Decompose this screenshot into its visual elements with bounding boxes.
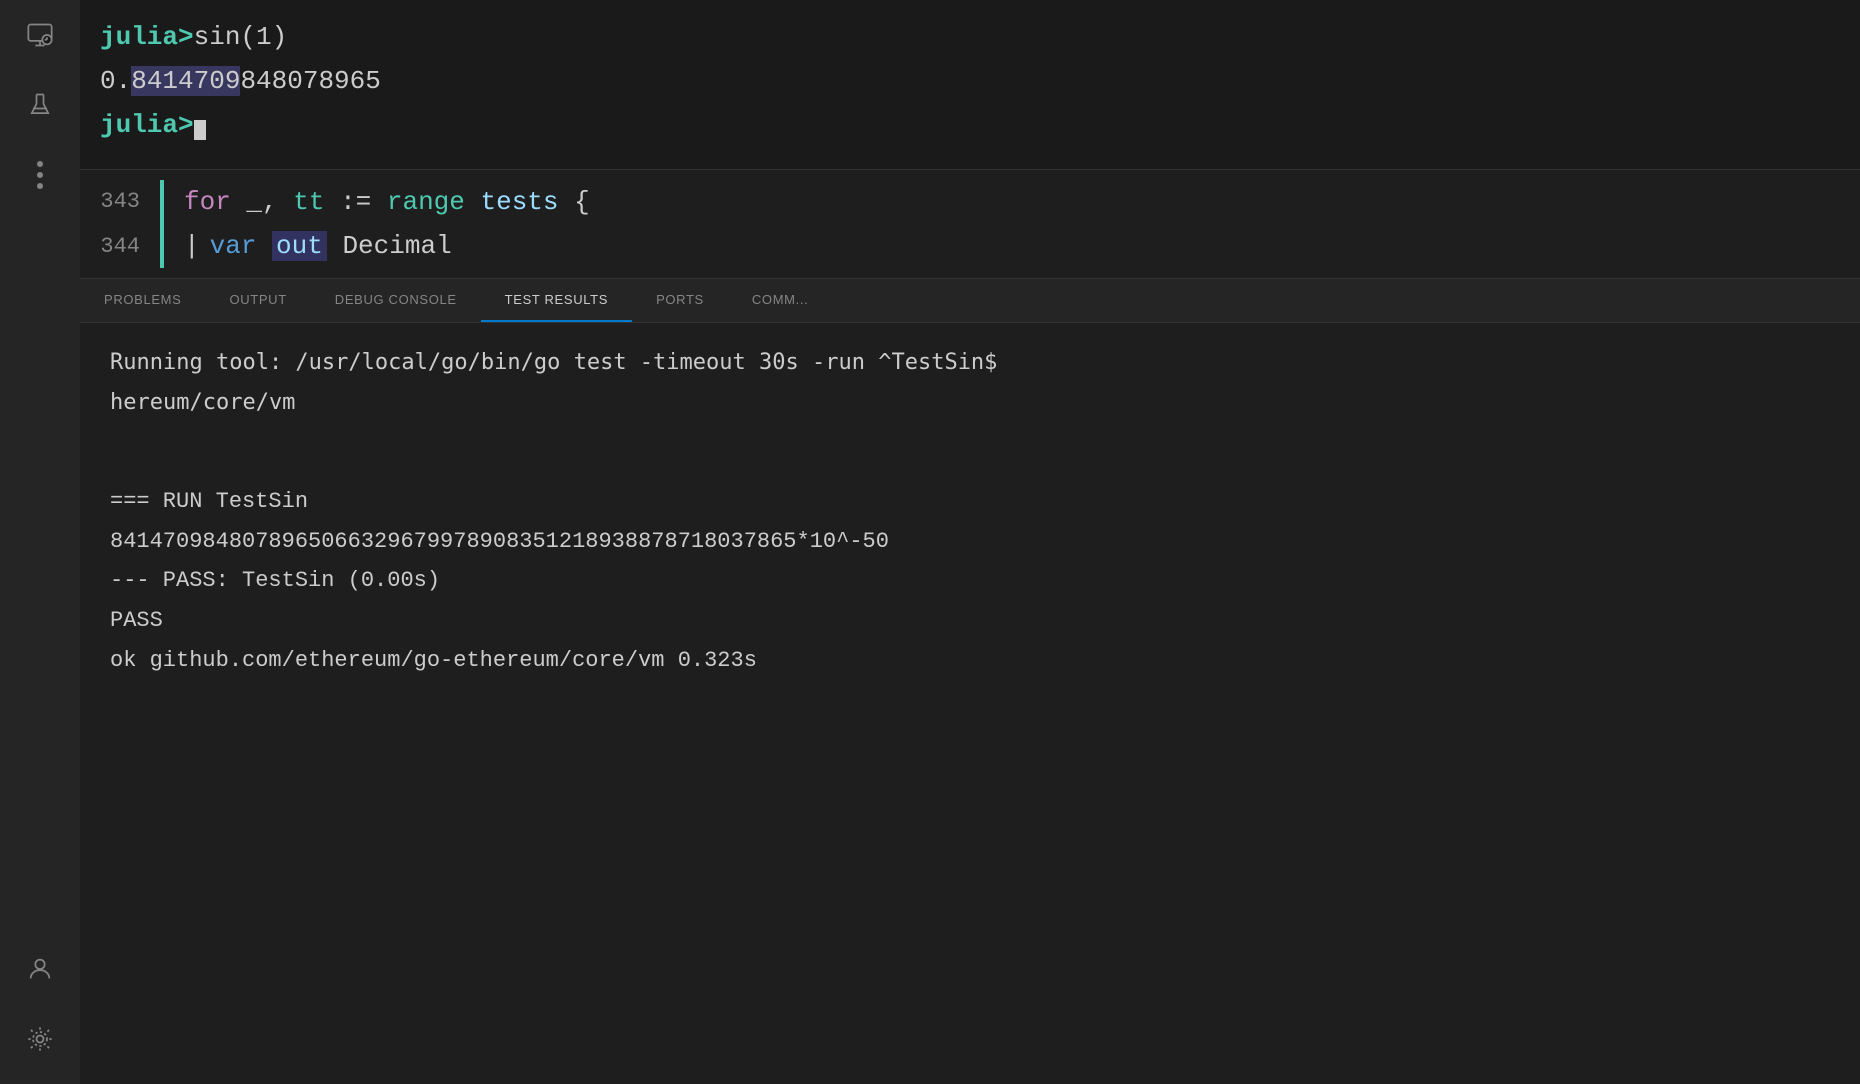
var-out: out [272, 231, 327, 261]
code-brace: { [574, 187, 590, 217]
editor-line-343: 343 for _, tt := range tests { [80, 180, 1860, 224]
editor-line-344: 344 | var out Decimal [80, 224, 1860, 268]
terminal-line-1: julia> sin(1) [100, 15, 1840, 59]
tab-test-results[interactable]: TEST RESULTS [481, 279, 632, 322]
tab-output[interactable]: OUTPUT [205, 279, 310, 322]
tab-problems[interactable]: PROBLEMS [80, 279, 205, 322]
terminal-command-1: sin(1) [194, 15, 288, 59]
julia-prompt-1: julia> [100, 15, 194, 59]
line-number-343: 343 [80, 183, 160, 220]
flask-icon[interactable] [15, 80, 65, 130]
test-run-line: === RUN TestSin [110, 482, 1830, 522]
var-tt: tt [293, 187, 324, 217]
dot-2 [37, 172, 43, 178]
code-344: var out Decimal [200, 224, 452, 268]
terminal-output-1: 0.8414709848078965 [100, 59, 381, 103]
dot-3 [37, 183, 43, 189]
code-assign: := [340, 187, 387, 217]
julia-prompt-2: julia> [100, 103, 194, 147]
keyword-range: range [387, 187, 465, 217]
running-tool-line-1: Running tool: /usr/local/go/bin/go test … [110, 343, 1830, 383]
type-decimal: Decimal [342, 231, 451, 261]
activity-bar [0, 0, 80, 1084]
tab-debug-console[interactable]: DEBUG CONSOLE [311, 279, 481, 322]
running-tool-line-2: hereum/core/vm [110, 383, 1830, 423]
editor-section: 343 for _, tt := range tests { 344 | var… [80, 170, 1860, 279]
terminal-section: julia> sin(1) 0.8414709848078965 julia> [80, 0, 1860, 170]
cursor [194, 120, 206, 140]
code-pipe: | [174, 224, 200, 268]
keyword-for: for [184, 187, 231, 217]
monitor-icon[interactable] [15, 10, 65, 60]
code-343: for _, tt := range tests { [174, 180, 590, 224]
terminal-cursor-area[interactable] [194, 103, 206, 147]
more-dots-icon[interactable] [15, 150, 65, 200]
settings-icon[interactable] [15, 1014, 65, 1064]
panel-tabs: PROBLEMS OUTPUT DEBUG CONSOLE TEST RESUL… [80, 279, 1860, 323]
line-indicator-344 [160, 224, 164, 268]
tab-ports[interactable]: PORTS [632, 279, 728, 322]
var-tests: tests [481, 187, 559, 217]
line-indicator-343 [160, 180, 164, 224]
terminal-line-3: julia> [100, 103, 1840, 147]
line-number-344: 344 [80, 228, 160, 265]
tab-comments[interactable]: COMM... [728, 279, 833, 322]
test-results-panel: Running tool: /usr/local/go/bin/go test … [80, 323, 1860, 1084]
keyword-var: var [210, 231, 257, 261]
ok-line: ok github.com/ethereum/go-ethereum/core/… [110, 641, 1830, 681]
terminal-line-2: 0.8414709848078965 [100, 59, 1840, 103]
test-output-value: 8414709848078965066329679978908351218938… [110, 522, 1830, 562]
main-content: julia> sin(1) 0.8414709848078965 julia> … [80, 0, 1860, 1084]
pass-detail-line: --- PASS: TestSin (0.00s) [110, 561, 1830, 601]
dot-1 [37, 161, 43, 167]
pass-keyword-line: PASS [110, 601, 1830, 641]
account-icon[interactable] [15, 944, 65, 994]
code-underscore: _, [246, 187, 293, 217]
